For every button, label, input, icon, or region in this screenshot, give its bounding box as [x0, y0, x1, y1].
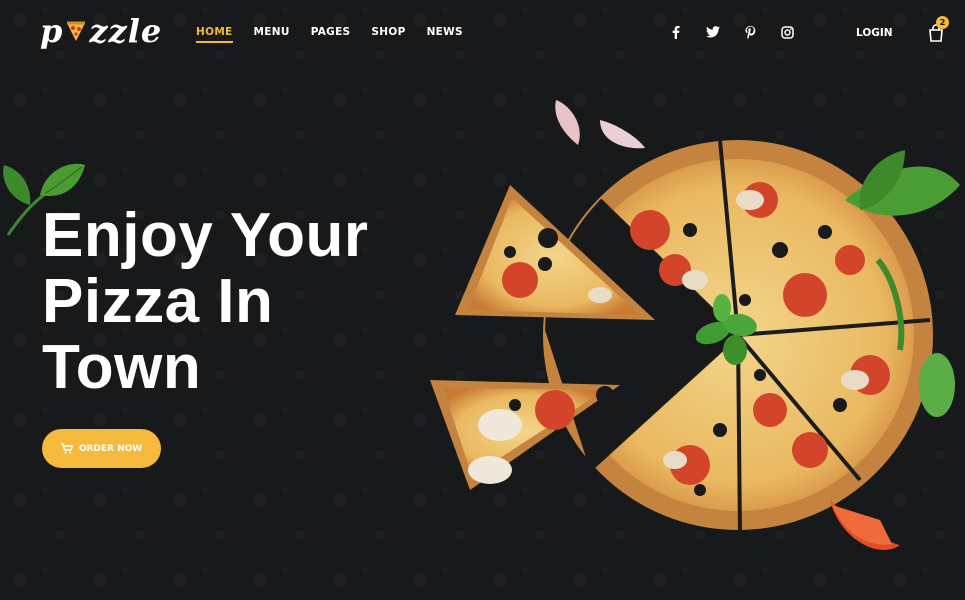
twitter-icon[interactable] [705, 24, 721, 40]
garlic-icon [555, 100, 645, 149]
pinterest-icon[interactable] [742, 24, 758, 40]
nav-item-shop[interactable]: SHOP [371, 26, 405, 43]
hero-title-line-1: Enjoy Your [42, 201, 369, 270]
hero-title-line-2: Pizza In [42, 267, 274, 336]
nav-item-news[interactable]: NEWS [427, 26, 463, 43]
logo-text-end: zzle [89, 12, 163, 50]
cart-icon [60, 443, 73, 454]
pizza-illustration [430, 100, 960, 550]
hero-title: Enjoy Your Pizza In Town [42, 203, 369, 401]
login-link[interactable]: LOGIN [856, 27, 893, 39]
cart-count-badge: 2 [936, 16, 949, 29]
hero-title-line-3: Town [42, 333, 202, 402]
social-links [668, 24, 795, 40]
logo[interactable]: p zzle [40, 12, 162, 50]
order-now-button[interactable]: ORDER NOW [42, 429, 161, 468]
tomato-slice-icon [830, 500, 900, 550]
facebook-icon[interactable] [668, 24, 684, 40]
logo-text-start: p [40, 12, 64, 50]
order-now-label: ORDER NOW [78, 443, 143, 454]
nav-item-menu[interactable]: MENU [254, 26, 290, 43]
main-nav: HOME MENU PAGES SHOP NEWS [196, 26, 463, 43]
nav-item-home[interactable]: HOME [196, 26, 233, 43]
instagram-icon[interactable] [779, 24, 795, 40]
nav-item-pages[interactable]: PAGES [311, 26, 351, 43]
pizza-slice-logo-icon [67, 21, 86, 41]
